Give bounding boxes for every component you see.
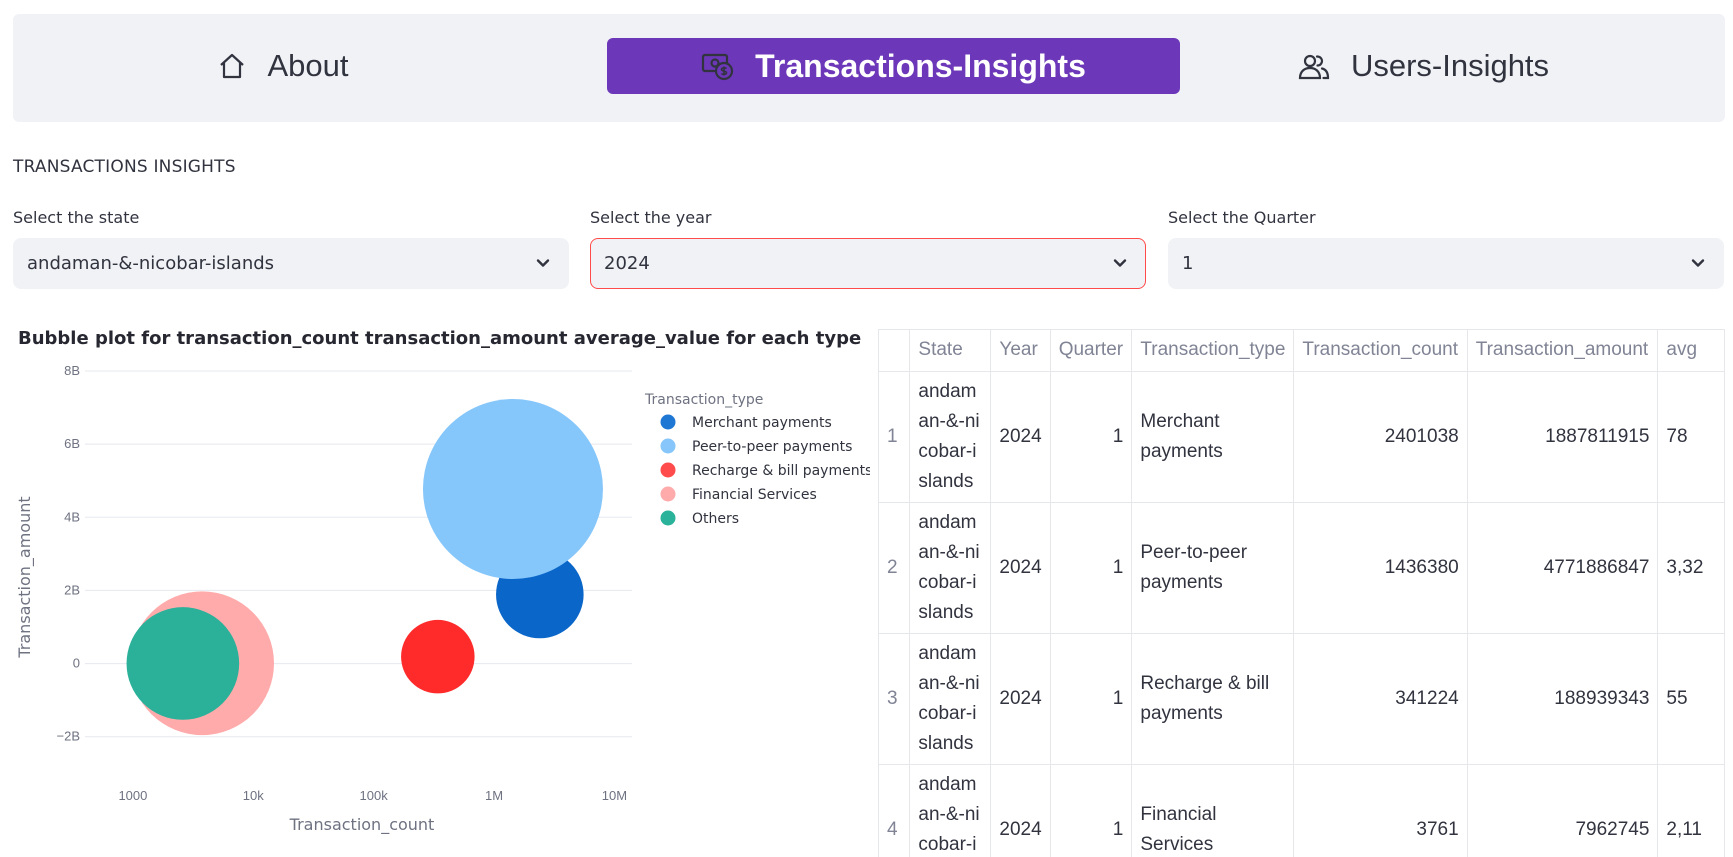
table-cell: 2401038 — [1293, 371, 1468, 503]
legend-title: Transaction_type — [644, 392, 763, 408]
column-header[interactable]: avg — [1657, 330, 1725, 372]
table-cell: 2024 — [990, 502, 1051, 634]
legend-label: Peer-to-peer payments — [692, 439, 852, 455]
row-index: 4 — [879, 764, 911, 857]
legend-label: Others — [692, 511, 739, 527]
row-index: 3 — [879, 633, 911, 765]
column-header[interactable]: Transaction_type — [1131, 330, 1295, 372]
nav-transactions-insights[interactable]: Transactions-Insights — [607, 38, 1180, 94]
y-tick-label: 2B — [64, 582, 80, 597]
table-cell: Merchant payments — [1131, 371, 1295, 503]
legend-marker — [660, 486, 676, 502]
users-icon — [1297, 52, 1331, 80]
table-cell: 188939343 — [1467, 633, 1659, 765]
bubble-point — [422, 399, 603, 580]
table-cell: 1436380 — [1293, 502, 1468, 634]
table-row[interactable]: 2 andaman-&-nicobar-islands 2024 1 Peer-to-p… — [879, 502, 1725, 634]
table-cell: 1 — [1050, 371, 1133, 503]
nav-users-label: Users-Insights — [1350, 48, 1550, 83]
row-index: 2 — [879, 502, 911, 634]
legend-marker — [660, 462, 676, 478]
x-tick-label: 1000 — [118, 788, 147, 803]
legend-label: Recharge & bill payments — [692, 463, 870, 479]
column-header[interactable]: State — [909, 330, 992, 372]
table-cell: 341224 — [1293, 633, 1468, 765]
legend-marker — [660, 414, 676, 430]
y-tick-label: 4B — [64, 509, 80, 524]
legend-label: Merchant payments — [692, 415, 832, 431]
legend-marker — [660, 510, 676, 526]
x-tick-label: 1M — [485, 788, 503, 803]
state-select-label: Select the state — [13, 208, 140, 227]
table-row[interactable]: 1 andaman-&-nicobar-islands 2024 1 Merchant … — [879, 371, 1725, 503]
nav-transactions-label: Transactions-Insights — [755, 47, 1086, 84]
x-tick-label: 100k — [360, 788, 389, 803]
bubble-point — [126, 607, 240, 720]
table-cell: 1887811915 — [1467, 371, 1659, 503]
table-cell: andaman-&-nicobar-islands — [909, 371, 992, 503]
y-tick-label: 0 — [73, 656, 80, 671]
y-tick-label: 6B — [64, 436, 80, 451]
nav-about[interactable]: About — [133, 38, 433, 94]
table-cell: 7962745 — [1467, 764, 1659, 857]
chevron-down-icon — [1111, 254, 1129, 277]
row-index: 1 — [879, 371, 911, 503]
chart-title: Bubble plot for transaction_count transa… — [18, 328, 862, 349]
bubble-chart[interactable]: −2B 0 2B 4B 6B 8B 1000 10k 100k 1M 10M Transaction_… — [0, 355, 870, 845]
table-cell: Peer-to-peer payments — [1131, 502, 1295, 634]
table-cell: 2,11 — [1657, 764, 1725, 857]
section-title: TRANSACTIONS INSIGHTS — [13, 157, 236, 177]
money-icon — [701, 50, 735, 82]
legend-label: Financial Services — [692, 487, 817, 503]
table-row[interactable]: 3 andaman-&-nicobar-islands 2024 1 Recharge … — [879, 633, 1725, 765]
y-axis-title: Transaction_amount — [15, 496, 35, 658]
x-tick-label: 10M — [602, 788, 627, 803]
state-select-value: andaman-&-nicobar-islands — [27, 253, 275, 274]
column-header[interactable]: Transaction_amount — [1467, 330, 1659, 372]
nav-users-insights[interactable]: Users-Insights — [1253, 38, 1593, 94]
chevron-down-icon — [534, 254, 552, 277]
table-cell: Financial Services — [1131, 764, 1295, 857]
y-tick-label: 8B — [64, 363, 80, 378]
column-header[interactable] — [879, 330, 911, 372]
column-header[interactable]: Year — [990, 330, 1051, 372]
home-icon — [217, 51, 247, 81]
table-cell: 78 — [1657, 371, 1725, 503]
table-cell: 1 — [1050, 502, 1133, 634]
table-cell: andaman-&-nicobar-islands — [909, 764, 992, 857]
column-header[interactable]: Quarter — [1050, 330, 1133, 372]
year-select[interactable]: 2024 — [590, 238, 1146, 289]
bubble-point — [401, 619, 475, 694]
table-cell: 55 — [1657, 633, 1725, 765]
legend-marker — [660, 438, 676, 454]
table-cell: 2024 — [990, 764, 1051, 857]
table-cell: andaman-&-nicobar-islands — [909, 502, 992, 634]
quarter-select[interactable]: 1 — [1168, 238, 1724, 289]
chevron-down-icon — [1689, 254, 1707, 277]
table-cell: 2024 — [990, 371, 1051, 503]
navigation-menu: About Transactions-Insights Users-Insigh… — [13, 14, 1725, 122]
table-cell: Recharge & bill payments — [1131, 633, 1295, 765]
quarter-select-value: 1 — [1182, 253, 1194, 274]
table-cell: 2024 — [990, 633, 1051, 765]
data-table[interactable]: State Year Quarter Transaction_type Transact… — [878, 329, 1725, 857]
table-row[interactable]: 4andaman-&-nicobar-islands20241Financial… — [879, 764, 1725, 857]
table-cell: andaman-&-nicobar-islands — [909, 633, 992, 765]
x-axis-title: Transaction_count — [289, 815, 435, 835]
year-select-label: Select the year — [590, 208, 712, 227]
table-cell: 4771886847 — [1467, 502, 1659, 634]
table-header-row: State Year Quarter Transaction_type Transact… — [879, 330, 1725, 372]
quarter-select-label: Select the Quarter — [1168, 208, 1316, 227]
y-tick-label: −2B — [57, 729, 81, 744]
table-cell: 1 — [1050, 633, 1133, 765]
column-header[interactable]: Transaction_count — [1293, 330, 1468, 372]
table-cell: 3,32 — [1657, 502, 1725, 634]
state-select[interactable]: andaman-&-nicobar-islands — [13, 238, 569, 289]
table-cell: 3761 — [1293, 764, 1468, 857]
x-tick-label: 10k — [243, 788, 264, 803]
table-cell: 1 — [1050, 764, 1133, 857]
nav-about-label: About — [267, 48, 349, 83]
year-select-value: 2024 — [604, 253, 650, 274]
